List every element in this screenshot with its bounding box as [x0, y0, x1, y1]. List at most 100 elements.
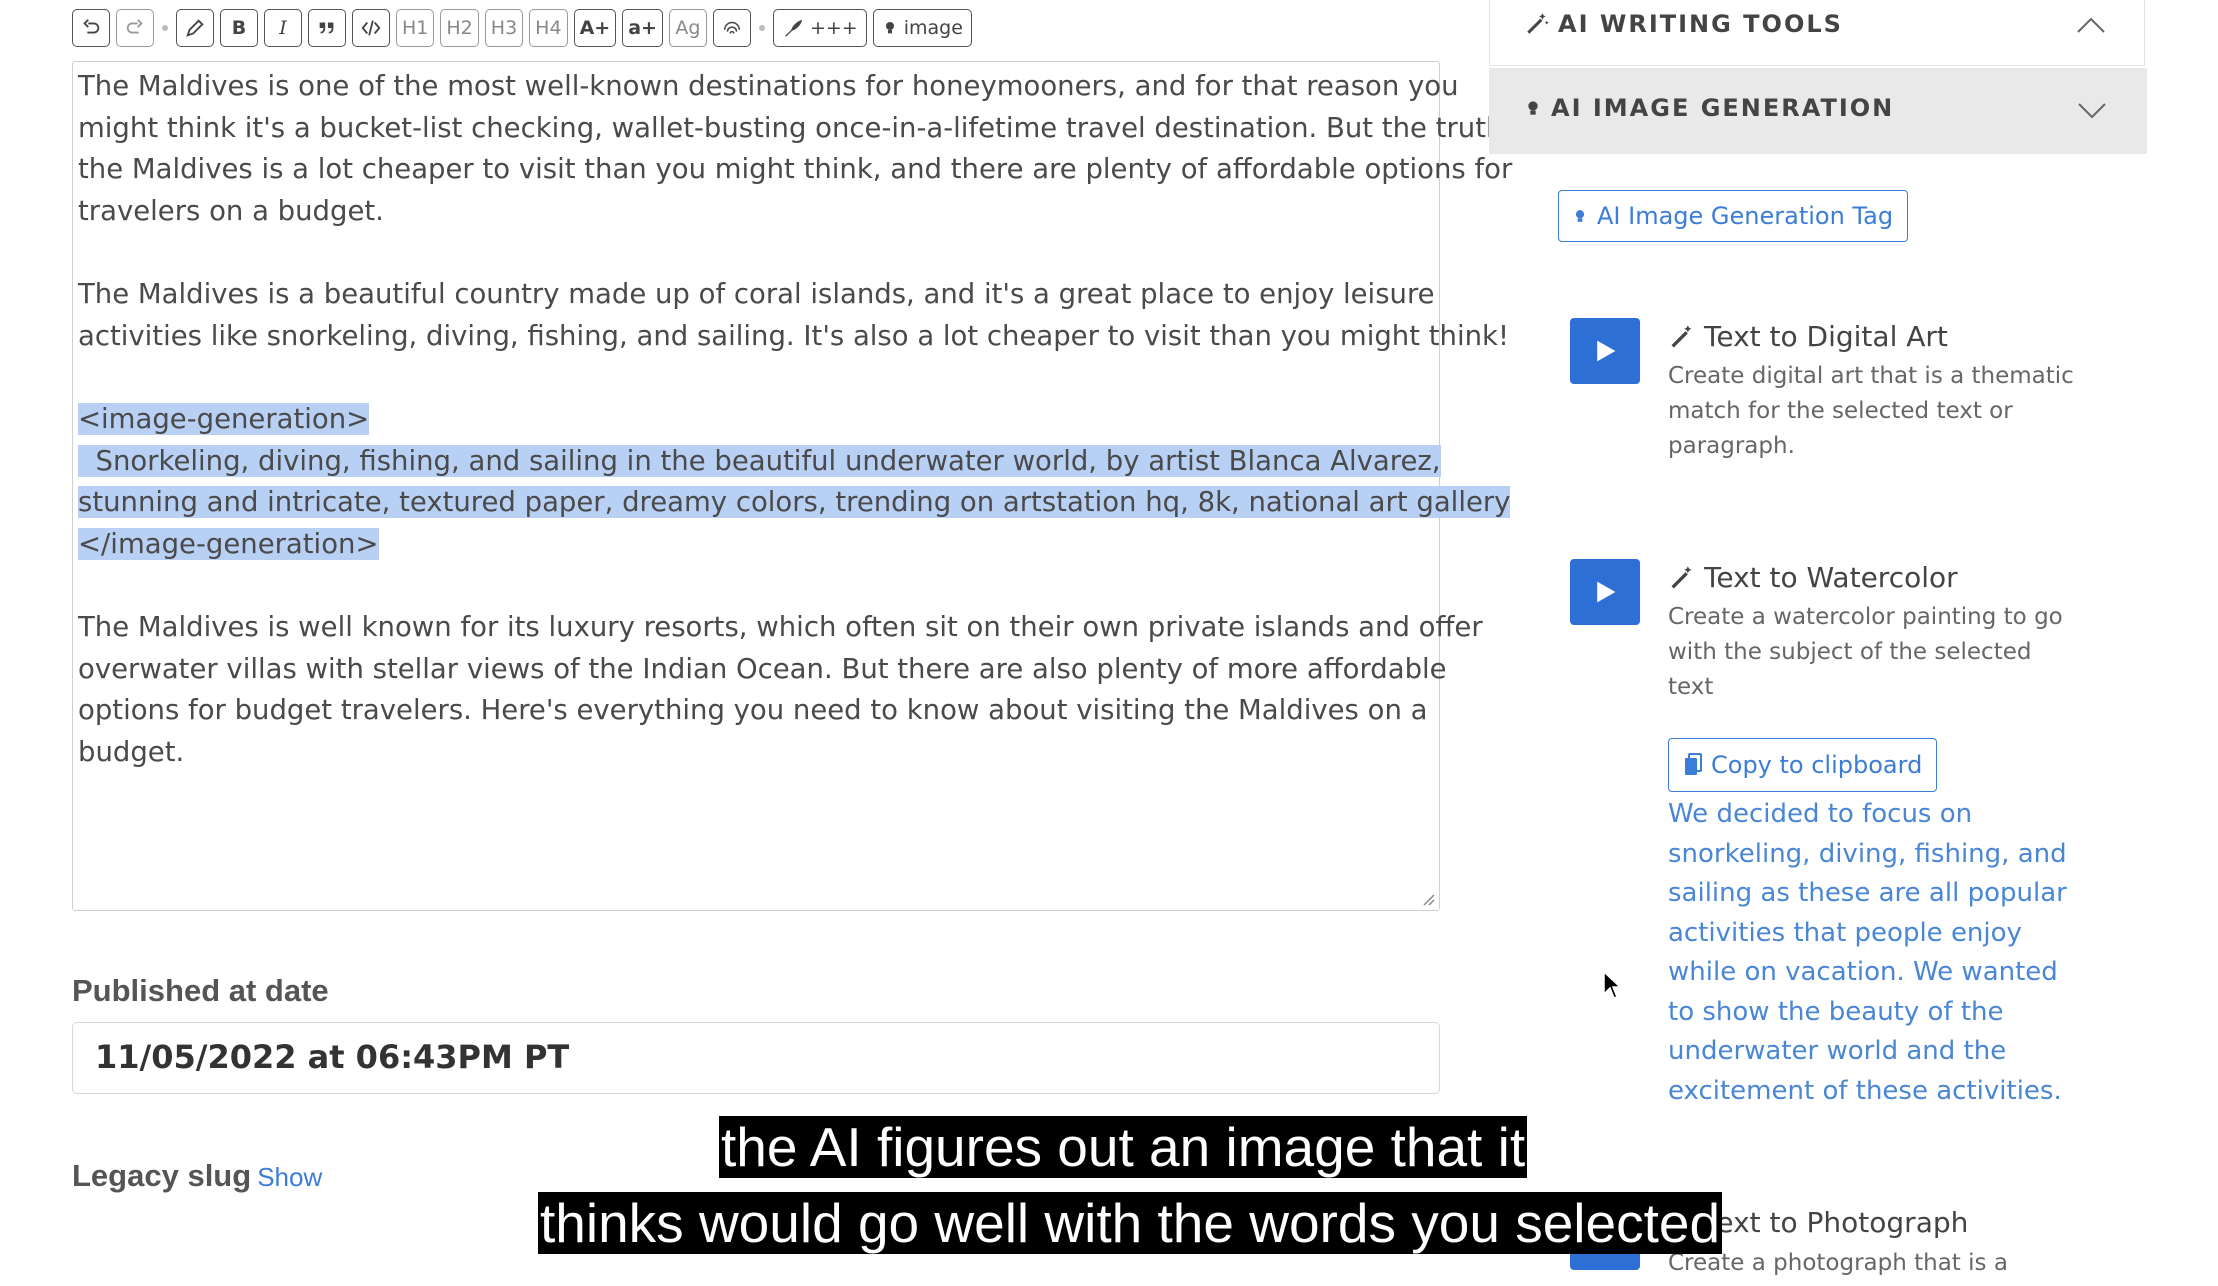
redo-icon [126, 19, 143, 34]
editor-paragraph-1: The Maldives is one of the most well-kno… [78, 66, 1543, 233]
editor-paragraph-3: The Maldives is well known for its luxur… [78, 607, 1483, 774]
result-line: while on vacation. We wanted [1668, 957, 2058, 987]
copy-to-clipboard-button[interactable]: Copy to clipboard [1668, 738, 1938, 792]
play-icon [1597, 581, 1616, 603]
draw-button[interactable] [176, 9, 214, 47]
code-button[interactable] [352, 9, 390, 47]
fingerprint-button[interactable] [712, 9, 751, 47]
h3-label: H3 [490, 17, 518, 39]
tool-desc-line: Create digital art that is a thematic [1668, 363, 2074, 389]
h1-button[interactable]: H1 [396, 9, 435, 47]
mouse-cursor-icon [1603, 970, 1622, 999]
lightbulb-icon [885, 22, 894, 34]
result-line: to show the beauty of the [1668, 996, 2004, 1027]
image-generation-tag-block: <image-generation> Snorkeling, diving, f… [78, 399, 1511, 566]
text-to-watercolor-title: Text to Watercolor [1668, 561, 1958, 594]
tool-desc-line: with the subject of the selected [1668, 639, 2032, 665]
clipboard-icon [1685, 753, 1702, 775]
paragraph-line: options for budget travelers. Here's eve… [78, 694, 1428, 727]
toolbar-separator [162, 25, 168, 31]
selected-line: <image-generation> [78, 403, 370, 435]
published-date-label: Published at date [72, 973, 329, 1008]
selected-line: </image-generation> [78, 528, 379, 561]
ai-image-generation-title: AI IMAGE GENERATION [1551, 94, 1895, 122]
tool-title-label: Text to Photograph [1704, 1206, 1969, 1239]
tool-title-label: Text to Digital Art [1704, 320, 1948, 353]
font-size-up-button[interactable]: A+ [573, 9, 617, 47]
result-line: We decided to focus on [1668, 799, 1973, 829]
quote-button[interactable] [308, 9, 346, 47]
text-to-watercolor-desc: Create a watercolor painting to go with … [1668, 600, 2088, 705]
paragraph-line: the Maldives is a lot cheaper to visit t… [78, 153, 1513, 186]
italic-label: I [279, 17, 287, 39]
copy-button-label: Copy to clipboard [1711, 751, 1923, 779]
font-size-up-label: A+ [579, 17, 611, 39]
tool-desc-line: match for the selected text or [1668, 398, 2013, 424]
bold-button[interactable]: B [220, 9, 258, 47]
ai-writing-tools-header[interactable]: AI WRITING TOOLS [1489, 0, 2145, 66]
tag-button-label: AI Image Generation Tag [1597, 202, 1894, 230]
pencil-icon [186, 19, 204, 37]
h2-label: H2 [446, 17, 473, 39]
font-button[interactable]: Ag [668, 9, 707, 47]
tool-desc-line: text [1668, 674, 1714, 700]
text-to-digital-art-play-button[interactable] [1570, 318, 1640, 384]
video-caption-line-1: the AI figures out an image that it [719, 1116, 1528, 1178]
text-to-digital-art-desc: Create digital art that is a thematic ma… [1668, 359, 2088, 464]
bold-label: B [231, 17, 247, 39]
h4-button[interactable]: H4 [529, 9, 568, 47]
redo-button[interactable] [116, 9, 154, 47]
legacy-slug-show-link[interactable]: Show [257, 1162, 322, 1192]
more-label: +++ [809, 17, 858, 39]
quote-icon [319, 22, 334, 34]
result-line: activities that people enjoy [1668, 917, 2022, 948]
paragraph-line: budget. [78, 736, 185, 769]
ai-image-generation-header[interactable]: AI IMAGE GENERATION [1489, 68, 2147, 154]
ai-write-more-button[interactable]: +++ [772, 9, 867, 47]
paragraph-line: activities like snorkeling, diving, fish… [78, 319, 1509, 352]
code-icon [361, 20, 381, 36]
paragraph-line: might think it's a bucket-list checking,… [78, 111, 1543, 144]
paragraph-line: The Maldives is well known for its luxur… [78, 611, 1483, 643]
resize-handle-icon[interactable] [1421, 892, 1435, 906]
italic-button[interactable]: I [264, 9, 302, 47]
undo-button[interactable] [72, 9, 110, 47]
lightbulb-icon [1575, 210, 1585, 222]
video-caption-line-2: thinks would go well with the words you … [538, 1192, 1723, 1254]
undo-icon [83, 19, 100, 34]
editor-paragraph-2: The Maldives is a beautiful country made… [78, 274, 1509, 357]
h2-button[interactable]: H2 [440, 9, 479, 47]
fingerprint-icon [723, 21, 741, 34]
result-line: excitement of these activities. [1668, 1075, 2062, 1106]
image-button[interactable]: image [872, 9, 972, 47]
font-label: Ag [675, 17, 701, 39]
h1-label: H1 [402, 17, 429, 39]
tool-desc-line: Create a watercolor painting to go [1668, 604, 2063, 630]
text-to-digital-art-title: Text to Digital Art [1668, 320, 1948, 353]
legacy-slug-label: Legacy slug [72, 1158, 252, 1193]
magic-wand-icon [1671, 565, 1692, 588]
magic-wand-icon [1671, 324, 1692, 347]
result-line: underwater world and the [1668, 1036, 2007, 1066]
published-date-value: 11/05/2022 at 06:43PM PT [95, 1038, 570, 1076]
paragraph-line: The Maldives is a beautiful country made… [78, 278, 1435, 310]
h3-button[interactable]: H3 [484, 9, 524, 47]
text-to-watercolor-play-button[interactable] [1570, 559, 1640, 625]
tool-title-label: Text to Watercolor [1704, 561, 1958, 594]
text-to-photograph-desc: Create a photograph that is a [1668, 1246, 2088, 1281]
play-icon [1597, 340, 1616, 362]
generated-result-text: We decided to focus on snorkeling, divin… [1668, 795, 2098, 1111]
selected-line: Snorkeling, diving, fishing, and sailing… [78, 444, 1441, 477]
editor-toolbar: B I H1 H2 H3 H4 A+ a+ Ag +++ image [72, 6, 972, 50]
result-line: snorkeling, diving, fishing, and [1668, 838, 2067, 869]
paragraph-line: overwater villas with stellar views of t… [78, 652, 1447, 685]
quill-icon [784, 19, 803, 37]
paragraph-line: travelers on a budget. [78, 195, 384, 228]
ai-image-generation-tag-button[interactable]: AI Image Generation Tag [1558, 190, 1909, 242]
paragraph-line: The Maldives is one of the most well-kno… [78, 70, 1459, 102]
legacy-slug-row: Legacy slug Show [72, 1158, 322, 1194]
lowercase-button[interactable]: a+ [622, 9, 663, 47]
result-line: sailing as these are all popular [1668, 878, 2067, 908]
tool-desc-line: paragraph. [1668, 433, 1795, 459]
chevron-down-icon [2078, 103, 2106, 119]
